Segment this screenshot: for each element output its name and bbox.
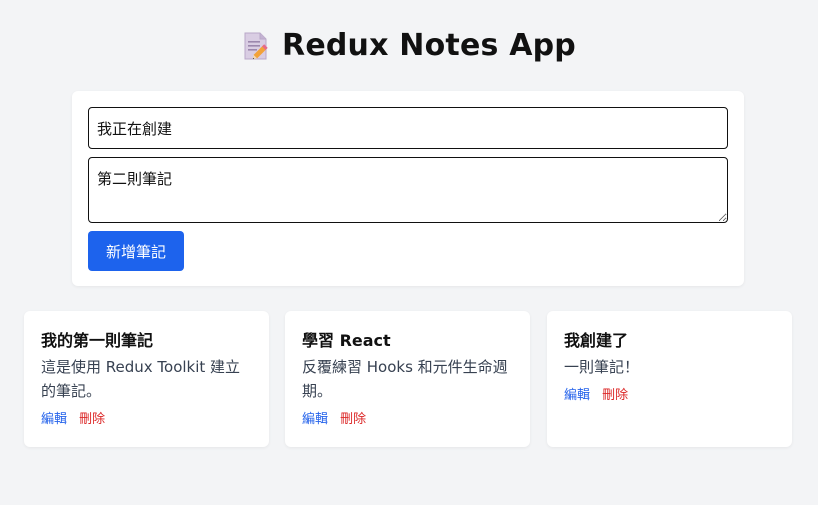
page-title: Redux Notes App <box>282 28 576 63</box>
delete-note-button[interactable]: 刪除 <box>602 388 628 403</box>
memo-icon <box>242 31 270 61</box>
edit-note-button[interactable]: 編輯 <box>564 388 590 403</box>
note-card: 學習 React 反覆練習 Hooks 和元件生命週期。 編輯 刪除 <box>285 311 530 447</box>
edit-note-button[interactable]: 編輯 <box>302 412 328 427</box>
note-title: 學習 React <box>302 331 391 350</box>
notes-app: Redux Notes App 第二則筆記 新增筆記 我的第一則筆記 這是使用 … <box>0 0 818 505</box>
delete-note-button[interactable]: 刪除 <box>340 412 366 427</box>
note-card: 我創建了 一則筆記！ 編輯 刪除 <box>547 311 792 447</box>
note-actions: 編輯 刪除 <box>302 411 513 429</box>
delete-note-button[interactable]: 刪除 <box>79 412 105 427</box>
note-actions: 編輯 刪除 <box>564 387 775 405</box>
app-header: Redux Notes App <box>0 28 818 63</box>
edit-note-button[interactable]: 編輯 <box>41 412 67 427</box>
note-content-textarea[interactable]: 第二則筆記 <box>88 157 728 223</box>
add-note-button[interactable]: 新增筆記 <box>88 231 184 271</box>
note-content: 一則筆記！ <box>564 358 640 376</box>
note-card: 我的第一則筆記 這是使用 Redux Toolkit 建立的筆記。 編輯 刪除 <box>24 311 269 447</box>
note-content: 反覆練習 Hooks 和元件生命週期。 <box>302 358 508 400</box>
note-form: 第二則筆記 新增筆記 <box>72 91 744 286</box>
note-title: 我創建了 <box>564 331 629 350</box>
note-actions: 編輯 刪除 <box>41 411 252 429</box>
note-content: 這是使用 Redux Toolkit 建立的筆記。 <box>41 358 241 400</box>
note-title-input[interactable] <box>88 107 728 149</box>
note-title: 我的第一則筆記 <box>41 331 154 350</box>
